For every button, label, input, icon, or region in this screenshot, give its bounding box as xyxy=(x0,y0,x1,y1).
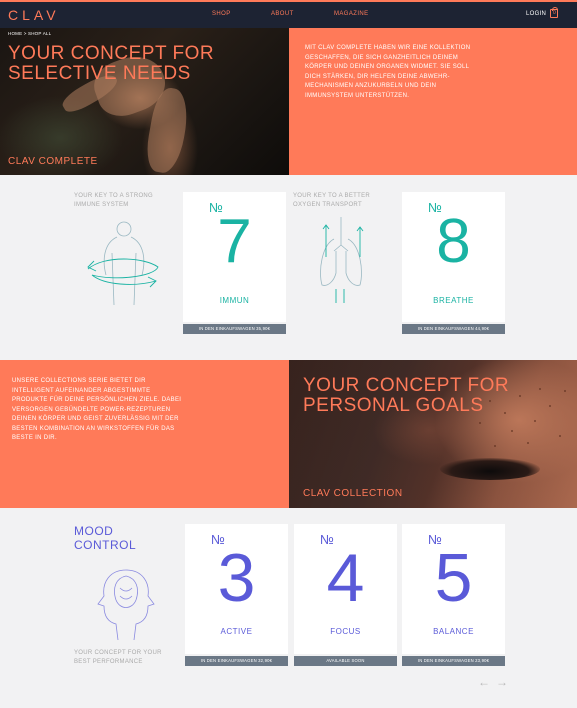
shopping-bag-icon[interactable]: 0 xyxy=(550,7,558,18)
product-card-active[interactable]: № 3 ACTIVE xyxy=(185,524,288,654)
mood-title-line2: CONTROL xyxy=(74,538,137,552)
collection-description: UNSERE COLLECTIONS SERIE BIETET DIR INTE… xyxy=(12,378,182,441)
header-accent-line xyxy=(0,0,577,2)
add-to-cart-active-button[interactable]: IN DEN EINKAUFSWAGEN 32,90€ xyxy=(185,656,288,666)
hero-subtitle: CLAV COMPLETE xyxy=(8,156,98,167)
card-label: BREATHE xyxy=(433,296,474,305)
available-soon-badge: AVAILABLE SOON xyxy=(294,656,397,666)
cart-count: 0 xyxy=(553,10,556,16)
mood-foot-text: YOUR CONCEPT FOR YOUR BEST PERFORMANCE xyxy=(74,650,162,665)
card-number: 7 xyxy=(217,207,252,276)
immune-key-text: YOUR KEY TO A STRONG IMMUNE SYSTEM xyxy=(74,193,154,208)
mood-title-line1: MOOD xyxy=(74,524,114,538)
breadcrumb[interactable]: HOME > SHOP ALL xyxy=(8,31,51,36)
card-label: BALANCE xyxy=(433,627,474,636)
collection-title: YOUR CONCEPT FOR PERSONAL GOALS xyxy=(303,376,509,416)
product-card-breathe[interactable]: № 8 BREATHE xyxy=(402,192,505,322)
immune-body-illustration xyxy=(87,221,159,306)
card-number: 4 xyxy=(326,540,365,616)
card-number: 8 xyxy=(436,207,471,276)
carousel-arrows: ←→ xyxy=(478,675,514,689)
product-card-balance[interactable]: № 5 BALANCE xyxy=(402,524,505,654)
card-label: FOCUS xyxy=(330,627,361,636)
nav-magazine[interactable]: MAGAZINE xyxy=(334,11,369,17)
hero-title-line2: SELECTIVE NEEDS xyxy=(8,63,191,84)
collection-title-line2: PERSONAL GOALS xyxy=(303,395,484,416)
card-number: 5 xyxy=(434,540,473,616)
card-label: IMMUN xyxy=(219,296,250,305)
hero-title: YOUR CONCEPT FOR SELECTIVE NEEDS xyxy=(8,44,214,84)
product-card-focus[interactable]: № 4 FOCUS xyxy=(294,524,397,654)
collection-subtitle: CLAV COLLECTION xyxy=(303,488,403,499)
breathe-key-text: YOUR KEY TO A BETTER OXYGEN TRANSPORT xyxy=(293,193,371,208)
product-card-immun[interactable]: № 7 IMMUN xyxy=(183,192,286,322)
heads-profile-illustration xyxy=(97,569,155,641)
lungs-illustration xyxy=(320,217,364,303)
login-link[interactable]: LOGIN xyxy=(526,11,546,17)
card-label: ACTIVE xyxy=(220,627,253,636)
collection-title-line1: YOUR CONCEPT FOR xyxy=(303,375,510,396)
add-to-cart-balance-button[interactable]: IN DEN EINKAUFSWAGEN 23,90€ xyxy=(402,656,505,666)
card-number: 3 xyxy=(217,540,256,616)
mood-control-title: MOOD CONTROL xyxy=(74,524,136,552)
hero-title-line1: YOUR CONCEPT FOR xyxy=(8,43,215,64)
face-eye-detail xyxy=(440,458,540,480)
arrow-right-icon[interactable]: → xyxy=(496,675,514,689)
add-to-cart-breathe-button[interactable]: IN DEN EINKAUFSWAGEN 44,90€ xyxy=(402,324,505,334)
arrow-left-icon[interactable]: ← xyxy=(478,675,496,689)
hero-description: MIT CLAV COMPLETE HABEN WIR EINE KOLLEKT… xyxy=(305,45,471,99)
nav-shop[interactable]: SHOP xyxy=(212,11,231,17)
nav-about[interactable]: ABOUT xyxy=(271,11,294,17)
logo[interactable]: CLAV xyxy=(8,7,60,23)
add-to-cart-immun-button[interactable]: IN DEN EINKAUFSWAGEN 35,90€ xyxy=(183,324,286,334)
